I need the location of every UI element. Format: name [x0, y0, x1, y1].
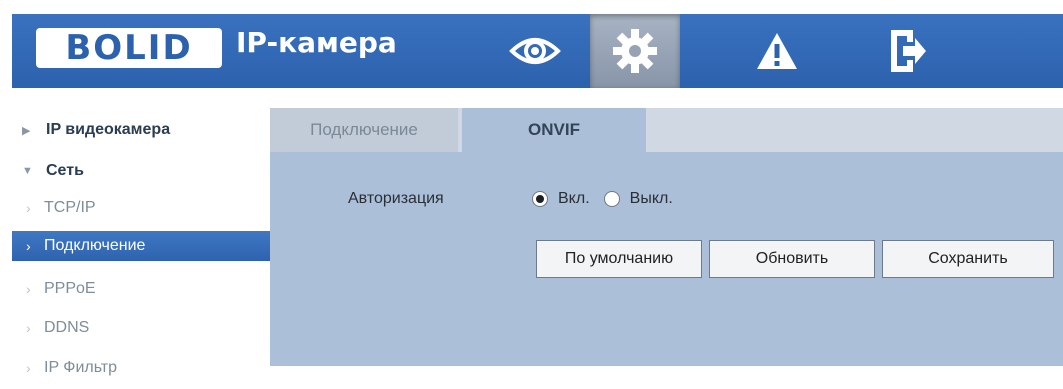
authorization-options: Вкл. Выкл.	[532, 190, 673, 208]
sidebar-item-pppoe[interactable]: › PPPoE	[12, 274, 270, 304]
chevron-right-icon: ›	[26, 200, 31, 216]
default-button[interactable]: По умолчанию	[536, 240, 702, 278]
nav-alarm-button[interactable]	[732, 14, 822, 88]
logout-icon	[891, 30, 926, 72]
sidebar-item-connection[interactable]: › Подключение	[12, 231, 270, 261]
sidebar-group-ip-camera[interactable]: ▶ IP видеокамера	[12, 115, 270, 145]
warning-icon	[757, 33, 797, 69]
sidebar: ▶ IP видеокамера ▼ Сеть › TCP/IP › Подкл…	[12, 108, 270, 389]
sidebar-item-label: Подключение	[44, 237, 146, 254]
chevron-right-icon: ›	[26, 281, 31, 297]
chevron-right-icon: ›	[26, 360, 31, 376]
brand-logo: BOLID	[36, 28, 222, 68]
gear-icon	[613, 29, 657, 73]
app-title: IP-камера	[236, 26, 397, 59]
sidebar-item-ddns[interactable]: › DDNS	[12, 313, 270, 343]
tab-bar: Подключение ONVIF	[270, 108, 1063, 152]
auth-off-radio[interactable]	[603, 191, 620, 207]
sidebar-item-tcpip[interactable]: › TCP/IP	[12, 193, 270, 223]
onvif-panel: Авторизация Вкл. Выкл. По умолчанию Обно…	[270, 152, 1063, 366]
tab-connection[interactable]: Подключение	[270, 108, 458, 152]
nav-logout-button[interactable]	[862, 14, 952, 88]
chevron-right-icon: ›	[26, 238, 31, 254]
chevron-right-icon: ›	[26, 320, 31, 336]
save-button[interactable]: Сохранить	[882, 240, 1054, 278]
expanded-arrow-icon: ▼	[22, 165, 33, 177]
auth-on-radio[interactable]	[532, 191, 548, 207]
sidebar-group-label: IP видеокамера	[46, 121, 171, 138]
authorization-label: Авторизация	[348, 190, 444, 207]
sidebar-item-label: IP Фильтр	[44, 359, 118, 376]
nav-settings-button[interactable]	[590, 14, 680, 88]
sidebar-group-label: Сеть	[46, 162, 84, 179]
collapsed-arrow-icon: ▶	[22, 124, 31, 137]
nav-live-view-button[interactable]	[490, 14, 580, 88]
auth-off-label: Выкл.	[629, 190, 673, 207]
sidebar-item-label: DDNS	[44, 319, 90, 336]
app-header: BOLID IP-камера	[0, 0, 1063, 92]
refresh-button[interactable]: Обновить	[709, 240, 875, 278]
sidebar-item-label: TCP/IP	[44, 199, 96, 216]
sidebar-item-ip-filter[interactable]: › IP Фильтр	[12, 353, 270, 383]
sidebar-item-label: PPPoE	[44, 280, 96, 297]
auth-on-label: Вкл.	[558, 190, 590, 207]
header-bar: BOLID IP-камера	[12, 14, 1063, 88]
sidebar-group-network[interactable]: ▼ Сеть	[12, 156, 270, 186]
eye-icon	[509, 38, 561, 64]
tab-onvif[interactable]: ONVIF	[462, 108, 646, 152]
